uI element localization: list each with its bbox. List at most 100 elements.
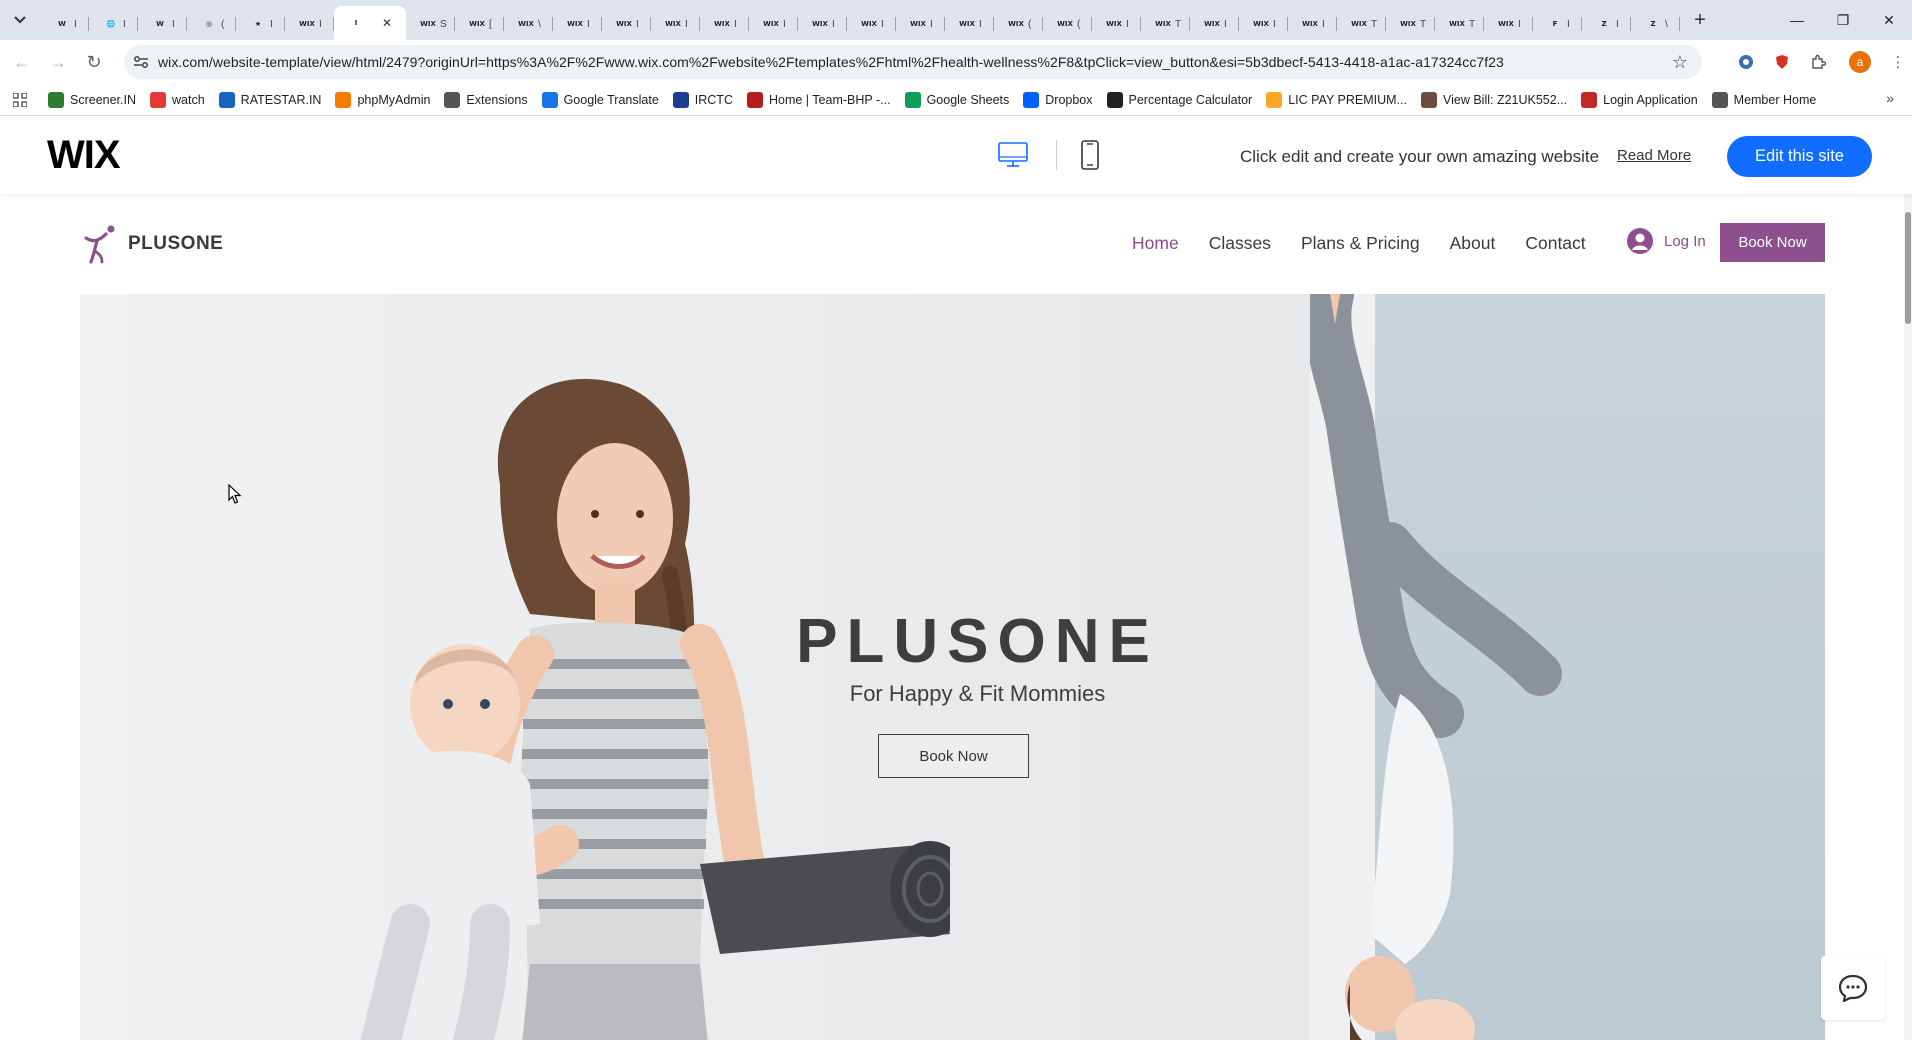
bookmark-item[interactable]: Google Sheets bbox=[904, 91, 1010, 108]
browser-tab[interactable]: WIX I bbox=[1239, 8, 1288, 40]
tab-title: I bbox=[636, 18, 639, 30]
browser-tab[interactable]: ★ I bbox=[236, 8, 285, 40]
bookmark-item[interactable]: Google Translate bbox=[541, 91, 659, 108]
close-tab-icon[interactable]: ✕ bbox=[382, 16, 392, 30]
browser-tab[interactable]: ZI bbox=[1582, 8, 1631, 40]
nav-item-about[interactable]: About bbox=[1450, 233, 1496, 254]
restore-button[interactable]: ❐ bbox=[1820, 0, 1866, 40]
tab-favicon-icon: WIX bbox=[299, 20, 315, 28]
chevron-down-icon bbox=[14, 16, 26, 24]
bookmark-item[interactable]: RATESTAR.IN bbox=[218, 91, 321, 108]
close-window-button[interactable]: ✕ bbox=[1866, 0, 1912, 40]
tab-search-button[interactable] bbox=[0, 0, 40, 40]
tab-title: T bbox=[1420, 18, 1427, 30]
url-text[interactable]: wix.com/website-template/view/html/2479?… bbox=[158, 54, 1504, 70]
percent-icon bbox=[1106, 91, 1123, 108]
browser-tab[interactable]: WIX I bbox=[1484, 8, 1533, 40]
bookmark-item[interactable]: View Bill: Z21UK552... bbox=[1420, 91, 1567, 108]
browser-tab[interactable]: FI bbox=[1533, 8, 1582, 40]
tab-favicon-icon: ◎ bbox=[205, 20, 213, 28]
mobile-view-icon[interactable] bbox=[1081, 140, 1099, 170]
scrollbar-thumb[interactable] bbox=[1905, 212, 1911, 324]
edit-this-site-button[interactable]: Edit this site bbox=[1727, 136, 1872, 177]
bookmark-item[interactable]: phpMyAdmin bbox=[335, 91, 430, 108]
bookmark-item[interactable]: Dropbox bbox=[1023, 91, 1093, 108]
extension-shield-icon[interactable] bbox=[1764, 44, 1800, 80]
browser-tab[interactable]: WIX I bbox=[1190, 8, 1239, 40]
browser-tab[interactable]: WIX I bbox=[700, 8, 749, 40]
browser-tab[interactable]: WIX I bbox=[1092, 8, 1141, 40]
browser-tab[interactable]: WIX I bbox=[602, 8, 651, 40]
browser-tab[interactable]: 🌐 I bbox=[89, 8, 138, 40]
browser-tab[interactable]: WIX I bbox=[1288, 8, 1337, 40]
back-button[interactable]: ← bbox=[4, 44, 40, 80]
minimize-button[interactable]: — bbox=[1774, 0, 1820, 40]
site-info-icon[interactable] bbox=[124, 55, 158, 69]
browser-tab[interactable]: WIX T bbox=[1386, 8, 1435, 40]
browser-tab[interactable]: WIX S bbox=[406, 8, 455, 40]
address-bar[interactable]: wix.com/website-template/view/html/2479?… bbox=[124, 45, 1702, 79]
browser-tab[interactable]: WIX I bbox=[553, 8, 602, 40]
browser-tab[interactable]: WI bbox=[40, 8, 89, 40]
browser-tab[interactable]: WIX ( bbox=[994, 8, 1043, 40]
browser-tab[interactable]: I ✕ bbox=[334, 6, 406, 40]
bookmarks-overflow-icon[interactable]: » bbox=[1886, 90, 1894, 106]
extension-globe-icon[interactable] bbox=[1728, 44, 1764, 80]
nav-item-plans-pricing[interactable]: Plans & Pricing bbox=[1301, 233, 1420, 254]
browser-tab[interactable]: WIX [ bbox=[455, 8, 504, 40]
browser-tab[interactable]: WIX I bbox=[749, 8, 798, 40]
bookmark-item[interactable]: Member Home bbox=[1711, 91, 1816, 108]
hero-book-now-button[interactable]: Book Now bbox=[878, 734, 1029, 778]
browser-tab[interactable]: WIX I bbox=[945, 8, 994, 40]
browser-tab[interactable]: WIX I bbox=[847, 8, 896, 40]
page-scrollbar[interactable] bbox=[1904, 194, 1912, 1040]
wix-logo[interactable]: WIX bbox=[47, 133, 121, 178]
tab-favicon-icon: 🌐 bbox=[106, 20, 116, 28]
tab-title: ( bbox=[1028, 18, 1032, 30]
nav-item-classes[interactable]: Classes bbox=[1209, 233, 1271, 254]
browser-tab[interactable]: Z \ bbox=[1631, 8, 1680, 40]
nav-item-contact[interactable]: Contact bbox=[1525, 233, 1585, 254]
bookmark-item[interactable]: LIC PAY PREMIUM... bbox=[1266, 91, 1407, 108]
apps-grid-icon[interactable] bbox=[10, 90, 30, 110]
browser-tab[interactable]: WIX \ bbox=[504, 8, 553, 40]
nav-item-home[interactable]: Home bbox=[1132, 233, 1179, 254]
header-book-now-button[interactable]: Book Now bbox=[1720, 223, 1825, 262]
bookmark-item[interactable]: Percentage Calculator bbox=[1106, 91, 1252, 108]
bookmark-item[interactable]: Home | Team-BHP -... bbox=[746, 91, 891, 108]
browser-tab[interactable]: ◎( bbox=[187, 8, 236, 40]
browser-tab[interactable]: WIX T bbox=[1435, 8, 1484, 40]
wix-tagline: Click edit and create your own amazing w… bbox=[1240, 147, 1600, 166]
browser-tab[interactable]: WI bbox=[138, 8, 187, 40]
profile-button[interactable]: a bbox=[1836, 44, 1884, 80]
login-button[interactable]: Log In bbox=[1626, 227, 1706, 255]
tab-favicon-icon: WIX bbox=[420, 20, 436, 28]
bookmark-label: Google Sheets bbox=[926, 92, 1010, 107]
bookmark-item[interactable]: IRCTC bbox=[672, 91, 733, 108]
reload-button[interactable]: ↻ bbox=[76, 44, 112, 80]
browser-tab[interactable]: WIX I bbox=[896, 8, 945, 40]
bookmark-item[interactable]: Extensions bbox=[444, 91, 528, 108]
tab-favicon-icon: WIX bbox=[1253, 20, 1269, 28]
browser-tab[interactable]: WIX I bbox=[798, 8, 847, 40]
browser-menu-icon[interactable]: ⋮ bbox=[1884, 44, 1912, 80]
forward-button[interactable]: → bbox=[40, 44, 76, 80]
extensions-puzzle-icon[interactable] bbox=[1800, 44, 1836, 80]
chat-widget-button[interactable] bbox=[1821, 956, 1885, 1020]
read-more-link[interactable]: Read More bbox=[1617, 147, 1691, 164]
bookmark-item[interactable]: watch bbox=[150, 91, 205, 108]
browser-tab[interactable]: WIX I bbox=[651, 8, 700, 40]
browser-tab[interactable]: WIX T bbox=[1141, 8, 1190, 40]
desktop-view-icon[interactable] bbox=[998, 142, 1028, 168]
bookmark-item[interactable]: Login Application bbox=[1581, 91, 1698, 108]
browser-tab[interactable]: WIX ( bbox=[1043, 8, 1092, 40]
bookmark-item[interactable]: Screener.IN bbox=[48, 91, 136, 108]
site-brand[interactable]: PLUSONE bbox=[80, 224, 223, 264]
new-tab-button[interactable]: + bbox=[1684, 4, 1716, 36]
bookmark-star-icon[interactable]: ☆ bbox=[1672, 52, 1688, 73]
tab-title: I bbox=[1224, 18, 1227, 30]
tab-favicon-icon: WIX bbox=[1498, 20, 1514, 28]
youtube-icon bbox=[150, 91, 167, 108]
browser-tab[interactable]: WIX I bbox=[285, 8, 334, 40]
browser-tab[interactable]: WIX T bbox=[1337, 8, 1386, 40]
